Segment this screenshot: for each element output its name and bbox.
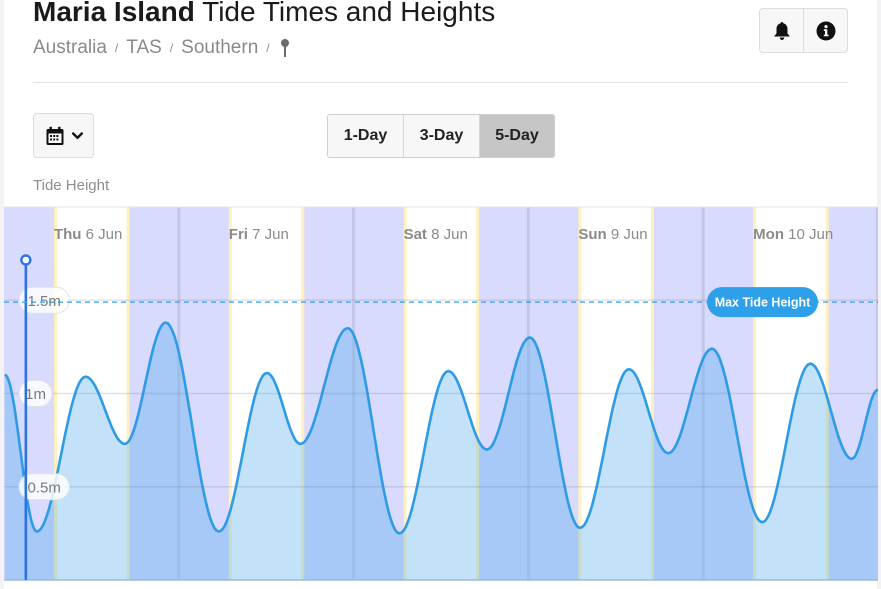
day-label: Sun 9 Jun [578,226,647,243]
header-divider [33,82,848,83]
y-tick-label: 0.5m [28,479,61,496]
breadcrumb-separator: / [169,41,174,55]
chart-title: Tide Height [33,177,110,194]
header-actions [759,8,848,53]
breadcrumb-country[interactable]: Australia [33,37,107,59]
day-label: Thu 6 Jun [54,226,122,243]
y-tick-label: 1.5m [28,293,61,310]
page-title: Maria Island Tide Times and Heights [33,0,495,28]
day-of-week: Thu [54,226,86,243]
title-suffix: Tide Times and Heights [202,0,496,27]
range-3-day-button[interactable]: 3-Day [403,115,479,157]
day-date: 9 Jun [611,226,648,243]
day-of-week: Fri [229,226,252,243]
map-pin-icon[interactable] [280,38,290,58]
y-tick-label: 1m [25,386,46,403]
date-picker-button[interactable] [33,113,94,158]
max-tide-label: Max Tide Height [715,296,811,310]
day-of-week: Sun [578,226,611,243]
day-of-week: Sat [404,226,432,243]
calendar-icon [46,126,63,145]
range-selector: 1-Day 3-Day 5-Day [327,114,555,158]
day-date: 8 Jun [431,226,468,243]
tide-chart[interactable]: 0.5m 1m 1.5m Thu 6 Jun Fri 7 Jun Sat 8 Jun Su… [0,206,881,584]
breadcrumb-region[interactable]: Southern [181,37,258,59]
day-date: 7 Jun [252,226,289,243]
range-1-day-button[interactable]: 1-Day [328,115,403,157]
day-date: 6 Jun [86,226,123,243]
breadcrumb-separator: / [114,41,119,55]
day-label: Fri 7 Jun [229,226,289,243]
day-of-week: Mon [753,226,788,243]
info-icon [816,21,835,40]
breadcrumb-state[interactable]: TAS [126,37,162,59]
day-label: Sat 8 Jun [404,226,468,243]
range-5-day-button[interactable]: 5-Day [479,115,554,157]
breadcrumb-separator: / [266,41,270,55]
bell-icon [773,21,790,40]
now-marker-handle [20,254,32,266]
location-name: Maria Island [33,0,195,27]
breadcrumb: Australia / TAS / Southern / [33,37,290,59]
alerts-button[interactable] [760,9,803,52]
day-label: Mon 10 Jun [753,226,833,243]
chevron-down-icon [71,131,83,139]
day-date: 10 Jun [788,226,833,243]
info-button[interactable] [803,9,847,52]
